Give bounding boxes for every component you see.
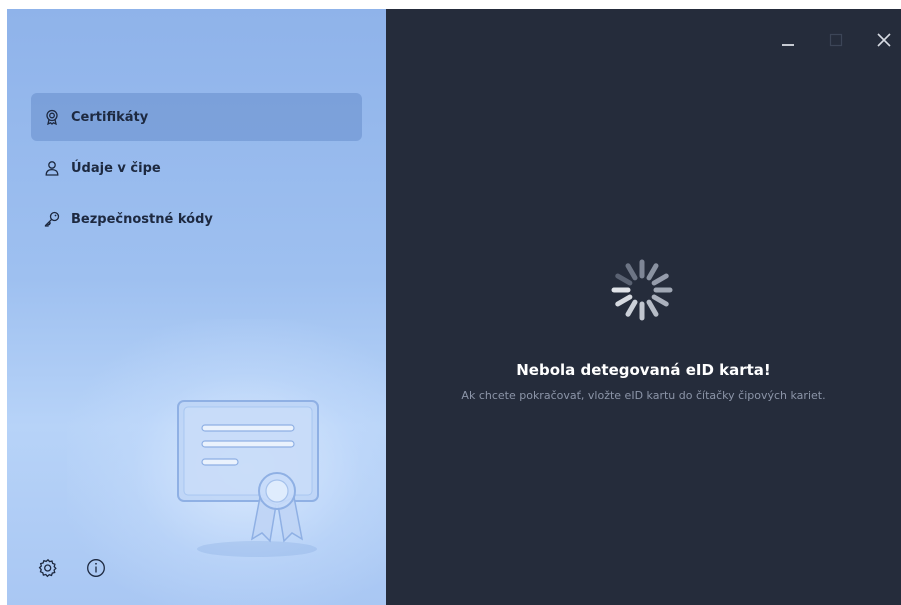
sidebar-item-chip-data[interactable]: Údaje v čipe <box>31 144 362 192</box>
certificate-illustration <box>172 389 332 564</box>
loading-spinner-icon <box>610 258 674 322</box>
minimize-icon[interactable] <box>777 29 799 51</box>
window-controls <box>777 29 895 51</box>
sidebar-item-label: Údaje v čipe <box>71 160 161 176</box>
status-title: Nebola detegovaná eID karta! <box>516 361 771 379</box>
settings-gear-icon[interactable] <box>37 557 59 579</box>
sidebar-nav: Certifikáty Údaje v čipe Bezpečnostné kó… <box>31 93 362 246</box>
key-icon <box>43 210 61 228</box>
user-icon <box>43 159 61 177</box>
sidebar-item-security-codes[interactable]: Bezpečnostné kódy <box>31 195 362 243</box>
main-panel: Nebola detegovaná eID karta! Ak chcete p… <box>386 9 901 605</box>
sidebar-item-label: Bezpečnostné kódy <box>71 211 213 227</box>
app-window: Certifikáty Údaje v čipe Bezpečnostné kó… <box>7 9 901 605</box>
info-icon[interactable] <box>85 557 107 579</box>
maximize-icon[interactable] <box>825 29 847 51</box>
sidebar-item-certificates[interactable]: Certifikáty <box>31 93 362 141</box>
status-message-block: Nebola detegovaná eID karta! Ak chcete p… <box>386 361 901 402</box>
sidebar-bottom-toolbar <box>37 557 107 579</box>
sidebar: Certifikáty Údaje v čipe Bezpečnostné kó… <box>7 9 386 605</box>
sidebar-item-label: Certifikáty <box>71 109 149 125</box>
status-subtitle: Ak chcete pokračovať, vložte eID kartu d… <box>461 389 826 402</box>
certificate-badge-icon <box>43 108 61 126</box>
close-icon[interactable] <box>873 29 895 51</box>
